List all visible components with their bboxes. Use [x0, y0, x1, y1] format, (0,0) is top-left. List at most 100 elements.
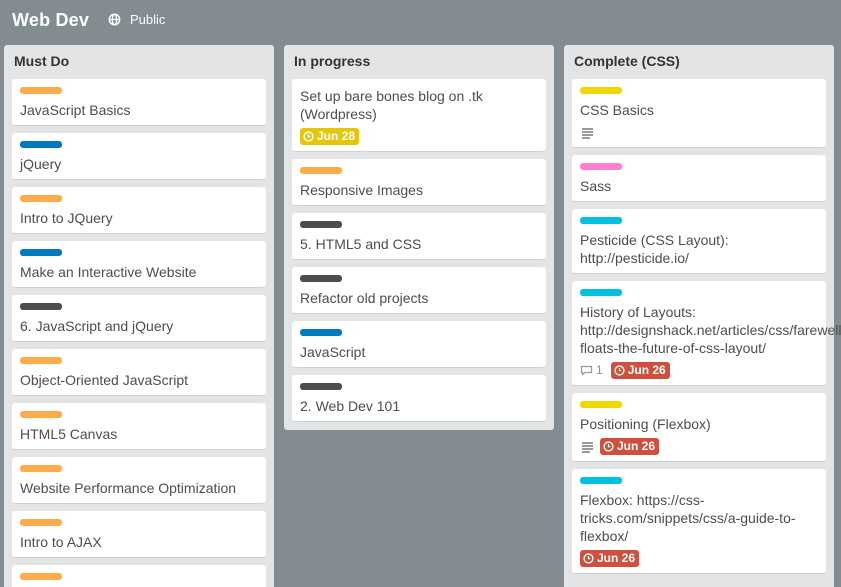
card-label: [20, 357, 62, 364]
card-label: [580, 477, 622, 484]
card-label: [20, 141, 62, 148]
card-title: JavaScript: [300, 344, 366, 360]
clock-icon: [603, 440, 614, 452]
due-date-badge: Jun 26: [600, 437, 660, 455]
list-title[interactable]: In progress: [284, 45, 554, 79]
card-badges: Jun 28: [300, 127, 538, 145]
card[interactable]: HTML5 Canvas: [12, 403, 266, 450]
card[interactable]: Website Performance Optimization: [12, 457, 266, 504]
card-title: Make an Interactive Website: [20, 264, 197, 280]
card-label: [20, 87, 62, 94]
list-in-progress: In progress Set up bare bones blog on .t…: [284, 45, 554, 430]
clock-icon: [614, 364, 625, 376]
due-date-badge: Jun 28: [300, 127, 360, 145]
card[interactable]: Sass: [572, 155, 826, 202]
card-badges: 1 Jun 26: [580, 361, 818, 379]
card-badges: [580, 123, 818, 141]
clock-icon: [303, 130, 314, 142]
board-title[interactable]: Web Dev: [12, 10, 89, 31]
card-title: Positioning (Flexbox): [580, 416, 711, 432]
card-badges: Jun 26: [580, 549, 818, 567]
card-label: [580, 163, 622, 170]
card[interactable]: Pesticide (CSS Layout): http://pesticide…: [572, 209, 826, 274]
comment-count: 1: [596, 363, 603, 377]
card[interactable]: History of Layouts: http://designshack.n…: [572, 281, 841, 386]
comment-badge: 1: [580, 363, 603, 377]
description-icon: [580, 439, 594, 453]
card[interactable]: Make an Interactive Website: [12, 241, 266, 288]
board-header: Web Dev Public: [0, 0, 841, 40]
card-title: Flexbox: https://css-tricks.com/snippets…: [580, 492, 796, 544]
card-title: Intro to JQuery: [20, 210, 113, 226]
comment-icon: [580, 365, 593, 376]
card[interactable]: Set up bare bones blog on .tk (Wordpress…: [292, 79, 546, 152]
card-label: [20, 573, 62, 580]
card-label: [580, 401, 622, 408]
card-badges: Jun 26: [580, 437, 818, 455]
clock-icon: [583, 552, 594, 564]
card-title: jQuery: [20, 156, 62, 172]
card[interactable]: Positioning (Flexbox) Jun 26: [572, 393, 826, 462]
card-label: [580, 87, 622, 94]
card-label: [20, 303, 62, 310]
due-date: Jun 26: [597, 551, 636, 565]
card[interactable]: Responsive Images: [292, 159, 546, 206]
card-title: Responsive Images: [300, 182, 423, 198]
card[interactable]: jQuery: [12, 133, 266, 180]
due-date-badge: Jun 26: [580, 549, 640, 567]
card-title: Intro to AJAX: [20, 534, 102, 550]
card-label: [300, 221, 342, 228]
card[interactable]: CSS Basics: [572, 79, 826, 148]
card-title: 6. JavaScript and jQuery: [20, 318, 174, 334]
card-label: [300, 383, 342, 390]
due-date: Jun 26: [627, 363, 666, 377]
card-label: [580, 217, 622, 224]
card-title: HTML5 Canvas: [20, 426, 118, 442]
card-label: [20, 465, 62, 472]
card-title: CSS Basics: [580, 102, 654, 118]
card[interactable]: JavaScript: [292, 321, 546, 368]
card-label: [580, 289, 622, 296]
card[interactable]: JavaScript Basics: [12, 79, 266, 126]
card-title: 2. Web Dev 101: [300, 398, 401, 414]
card-label: [20, 519, 62, 526]
card[interactable]: Refactor old projects: [292, 267, 546, 314]
card-title: Website Performance Optimization: [20, 480, 237, 496]
visibility-label: Public: [130, 12, 166, 27]
card-title: JavaScript Basics: [20, 102, 131, 118]
card-title: Sass: [580, 178, 612, 194]
list-title[interactable]: Complete (CSS): [564, 45, 834, 79]
card[interactable]: 6. JavaScript and jQuery: [12, 295, 266, 342]
list-title[interactable]: Must Do: [4, 45, 274, 79]
card-title: 5. HTML5 and CSS: [300, 236, 422, 252]
card-title: History of Layouts: http://designshack.n…: [580, 304, 841, 356]
card-label: [300, 275, 342, 282]
card[interactable]: Intro to JQuery: [12, 187, 266, 234]
card-label: [20, 411, 62, 418]
card[interactable]: Intro to AJAX: [12, 511, 266, 558]
card-title: Set up bare bones blog on .tk (Wordpress…: [300, 88, 483, 122]
description-icon: [580, 125, 594, 139]
due-date: Jun 28: [317, 129, 356, 143]
card[interactable]: Object-Oriented JavaScript: [12, 349, 266, 396]
card-label: [300, 167, 342, 174]
globe-icon: [108, 13, 121, 26]
due-date-badge: Jun 26: [610, 361, 670, 379]
list-complete-css: Complete (CSS) CSS Basics Sass Pesticide (…: [564, 45, 841, 587]
card[interactable]: 2. Web Dev 101: [292, 375, 546, 422]
card-title: Object-Oriented JavaScript: [20, 372, 189, 388]
due-date: Jun 26: [617, 439, 656, 453]
card-title: Refactor old projects: [300, 290, 429, 306]
card-label: [300, 329, 342, 336]
visibility-button[interactable]: Public: [108, 12, 165, 27]
card-label: [20, 249, 62, 256]
card[interactable]: [12, 565, 266, 587]
card-container: CSS Basics Sass Pesticide (CSS Layout): ht…: [564, 79, 841, 574]
card-label: [20, 195, 62, 202]
card[interactable]: Flexbox: https://css-tricks.com/snippets…: [572, 469, 826, 574]
card-container: Set up bare bones blog on .tk (Wordpress…: [284, 79, 554, 430]
card-container: JavaScript Basics jQuery Intro to JQuery Ma…: [4, 79, 274, 587]
card[interactable]: 5. HTML5 and CSS: [292, 213, 546, 260]
list-must-do: Must Do JavaScript Basics jQuery Intro to …: [4, 45, 274, 587]
card-title: Pesticide (CSS Layout): http://pesticide…: [580, 232, 729, 266]
